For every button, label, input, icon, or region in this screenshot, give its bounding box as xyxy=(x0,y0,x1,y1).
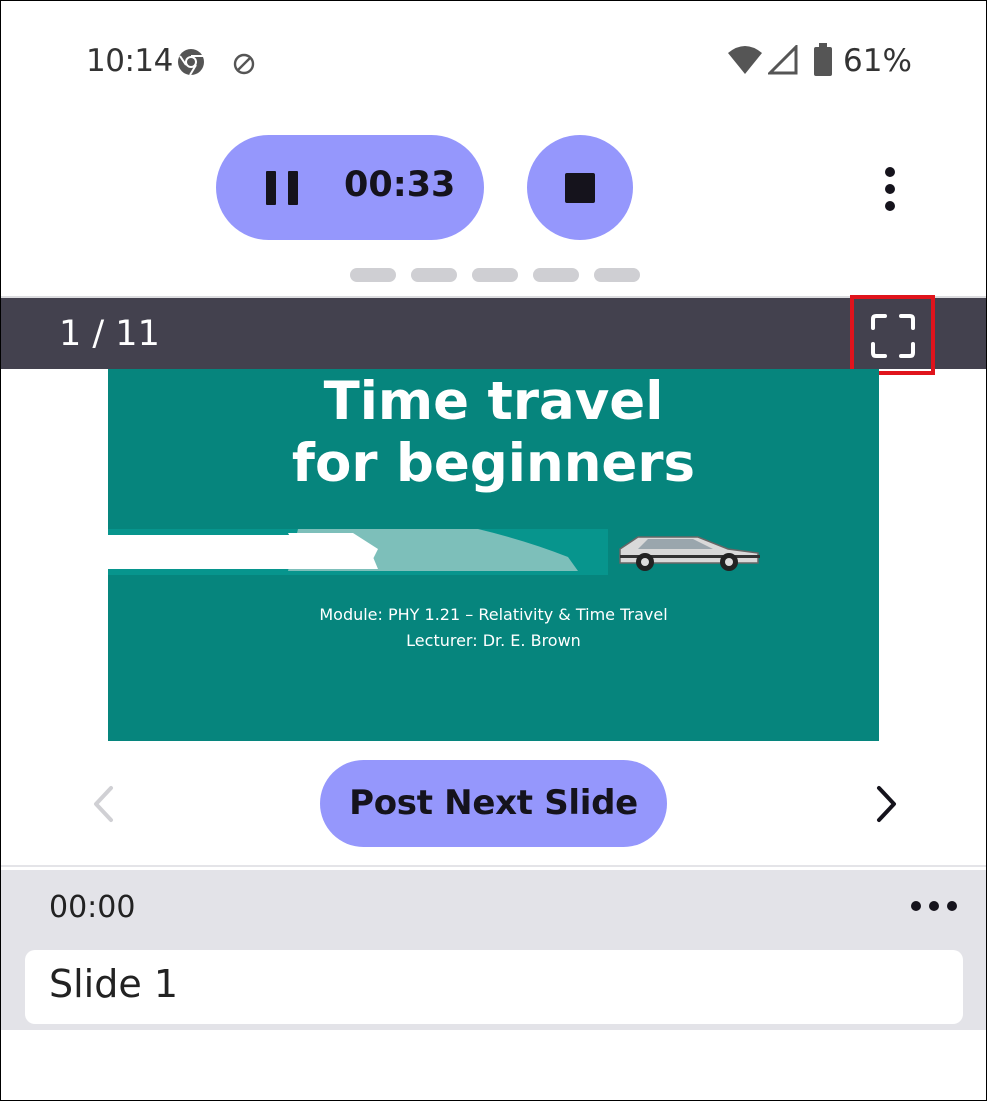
status-time: 10:14 xyxy=(86,43,173,79)
chevron-left-icon[interactable] xyxy=(89,785,119,823)
chevron-right-icon[interactable] xyxy=(871,785,901,823)
notes-panel: 00:00 Slide 1 xyxy=(1,870,986,1030)
pause-icon xyxy=(266,171,300,205)
stop-button[interactable] xyxy=(527,135,633,240)
more-vert-icon[interactable] xyxy=(871,161,911,217)
slide-title-line-2: for beginners xyxy=(291,433,696,494)
slide-title: Time travel for beginners xyxy=(108,371,879,495)
page-dot xyxy=(472,268,518,282)
stop-icon xyxy=(565,173,595,203)
page-indicator xyxy=(350,268,640,282)
slide-counter: 1 / 11 xyxy=(59,314,160,354)
status-bar: 10:14 61% xyxy=(1,31,986,95)
page-dot xyxy=(594,268,640,282)
slide-subtitle: Module: PHY 1.21 – Relativity & Time Tra… xyxy=(108,602,879,654)
note-timestamp: 00:00 xyxy=(49,890,136,925)
delorean-car-image xyxy=(108,529,879,575)
chrome-icon xyxy=(178,49,204,76)
page-dot xyxy=(533,268,579,282)
slide-module-text: Module: PHY 1.21 – Relativity & Time Tra… xyxy=(319,605,668,624)
post-next-slide-button[interactable]: Post Next Slide xyxy=(320,760,667,847)
battery-icon xyxy=(814,43,832,76)
sync-off-icon xyxy=(233,53,255,75)
wifi-icon xyxy=(728,46,762,74)
slide-lecturer-text: Lecturer: Dr. E. Brown xyxy=(406,631,581,650)
divider xyxy=(1,865,986,867)
recording-timer: 00:33 xyxy=(344,165,456,205)
slide-preview[interactable]: Time travel for beginners Module: PHY 1.… xyxy=(108,369,879,741)
page-dot xyxy=(411,268,457,282)
slide-header-bar: 1 / 11 xyxy=(1,295,986,375)
fullscreen-icon xyxy=(871,314,915,358)
pause-timer-button[interactable]: 00:33 xyxy=(216,135,484,240)
battery-percentage: 61% xyxy=(843,43,912,79)
signal-icon xyxy=(768,45,798,75)
fullscreen-button[interactable] xyxy=(850,295,935,375)
slide-title-line-1: Time travel xyxy=(323,371,664,432)
slide-note-card[interactable]: Slide 1 xyxy=(25,950,963,1024)
page-dot xyxy=(350,268,396,282)
slide-note-label: Slide 1 xyxy=(49,962,178,1006)
more-horiz-icon[interactable] xyxy=(909,898,959,914)
